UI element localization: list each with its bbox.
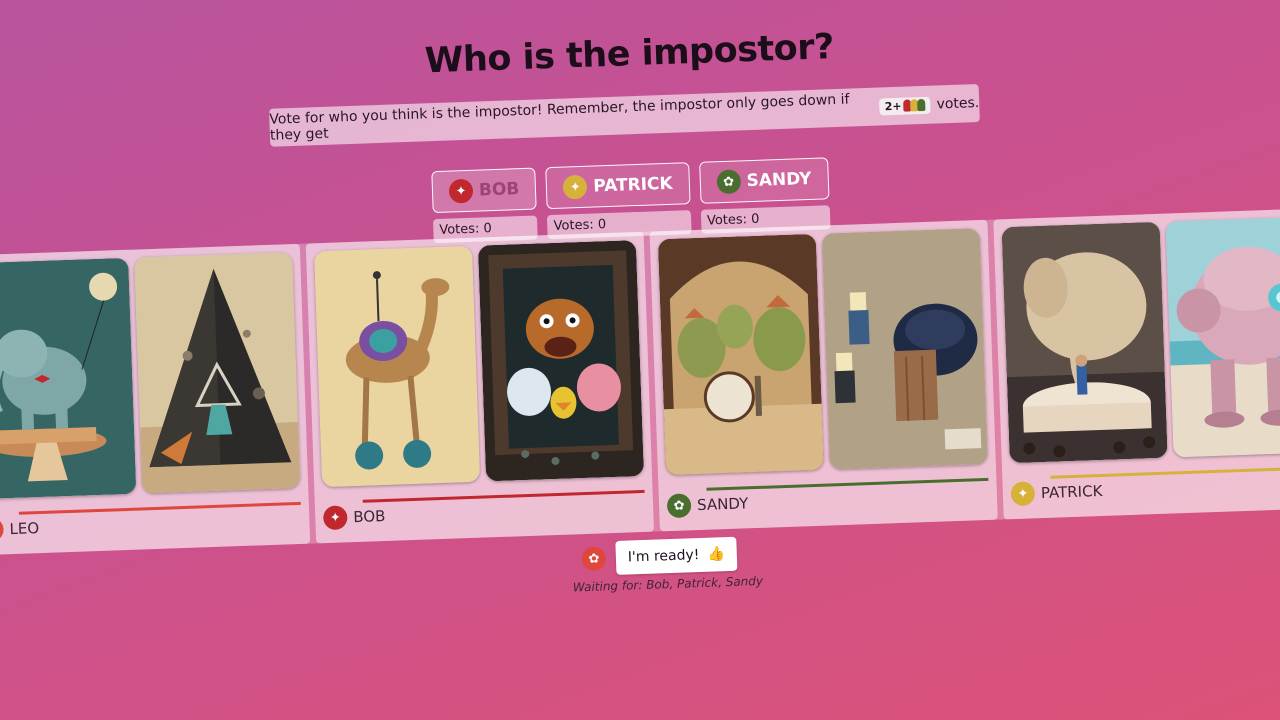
- vote-instructions: Vote for who you think is the impostor! …: [269, 84, 980, 147]
- vote-patrick-label: PATRICK: [592, 173, 673, 197]
- instructions-suffix: votes.: [936, 95, 980, 113]
- card-pink-robot[interactable]: [1165, 216, 1280, 458]
- player-block-leo: ✿ LEO: [0, 243, 311, 556]
- vote-option-bob: ✦ BOB Votes: 0: [431, 167, 539, 244]
- people-icon: [903, 98, 926, 112]
- bird-icon: ✦: [322, 505, 348, 531]
- instructions-text: Vote for who you think is the impostor! …: [269, 91, 850, 144]
- bird-icon: ✦: [448, 178, 474, 204]
- card-elephant[interactable]: [0, 257, 137, 500]
- pyramid-illustration: [134, 252, 301, 494]
- vote-sandy-button[interactable]: ✿ SANDY: [698, 157, 830, 204]
- vote-threshold-value: 2+: [884, 99, 902, 113]
- camel-illustration: [314, 245, 481, 488]
- player-line: [706, 477, 989, 491]
- player-footer-bob: ✦ BOB: [322, 489, 646, 535]
- thumbs-up-icon: 👍: [707, 546, 726, 563]
- player-block-patrick: ✦ PATRICK: [993, 207, 1280, 520]
- card-elephant-cake[interactable]: [1001, 221, 1168, 464]
- birds-illustration: [477, 240, 645, 482]
- card-lego-beetle[interactable]: [821, 228, 988, 470]
- vote-option-patrick: ✦ PATRICK Votes: 0: [545, 162, 692, 240]
- pink-robot-illustration: [1165, 216, 1280, 458]
- card-strip: ✿ LEO: [0, 207, 1280, 556]
- page-title: Who is the impostor?: [424, 27, 835, 82]
- player-name: LEO: [9, 519, 40, 539]
- critter-icon: ✿: [666, 493, 692, 519]
- vote-bob-label: BOB: [478, 179, 520, 201]
- player-line: [18, 501, 301, 515]
- lego-beetle-illustration: [821, 228, 988, 470]
- bird-icon: ✦: [1010, 481, 1036, 507]
- bird-icon: ✦: [562, 174, 588, 200]
- critter-icon: ✿: [716, 169, 742, 195]
- vote-sandy-label: SANDY: [746, 168, 812, 192]
- elephant-cake-illustration: [1001, 221, 1168, 464]
- vote-threshold-badge: 2+: [879, 96, 931, 115]
- player-footer-patrick: ✦ PATRICK: [1010, 465, 1280, 511]
- card-birds[interactable]: [477, 240, 645, 482]
- card-dinosaur-band[interactable]: [657, 233, 824, 476]
- player-line: [362, 489, 645, 503]
- vote-patrick-button[interactable]: ✦ PATRICK: [545, 162, 691, 210]
- ready-area: ✿ I'm ready! 👍 Waiting for: Bob, Patrick…: [573, 536, 763, 594]
- vote-bob-button[interactable]: ✦ BOB: [431, 167, 538, 214]
- player-block-bob: ✦ BOB: [305, 231, 654, 544]
- player-line: [1050, 465, 1280, 479]
- card-camel[interactable]: [314, 245, 481, 488]
- player-name: PATRICK: [1040, 481, 1103, 503]
- critter-icon: ✿: [581, 546, 607, 572]
- waiting-status: Waiting for: Bob, Patrick, Sandy: [572, 573, 764, 595]
- card-pyramid[interactable]: [134, 252, 301, 494]
- critter-icon: ✿: [0, 517, 4, 543]
- player-footer-leo: ✿ LEO: [0, 501, 302, 547]
- ready-button[interactable]: I'm ready! 👍: [615, 536, 738, 575]
- player-footer-sandy: ✿ SANDY: [666, 477, 990, 523]
- dinosaur-band-illustration: [657, 233, 824, 476]
- elephant-illustration: [0, 257, 137, 500]
- game-stage: Who is the impostor? Vote for who you th…: [0, 0, 1280, 720]
- player-name: SANDY: [696, 494, 749, 515]
- ready-label: I'm ready!: [627, 547, 700, 566]
- player-name: BOB: [352, 506, 386, 527]
- player-block-sandy: ✿ SANDY: [649, 219, 998, 532]
- vote-option-sandy: ✿ SANDY Votes: 0: [698, 157, 831, 234]
